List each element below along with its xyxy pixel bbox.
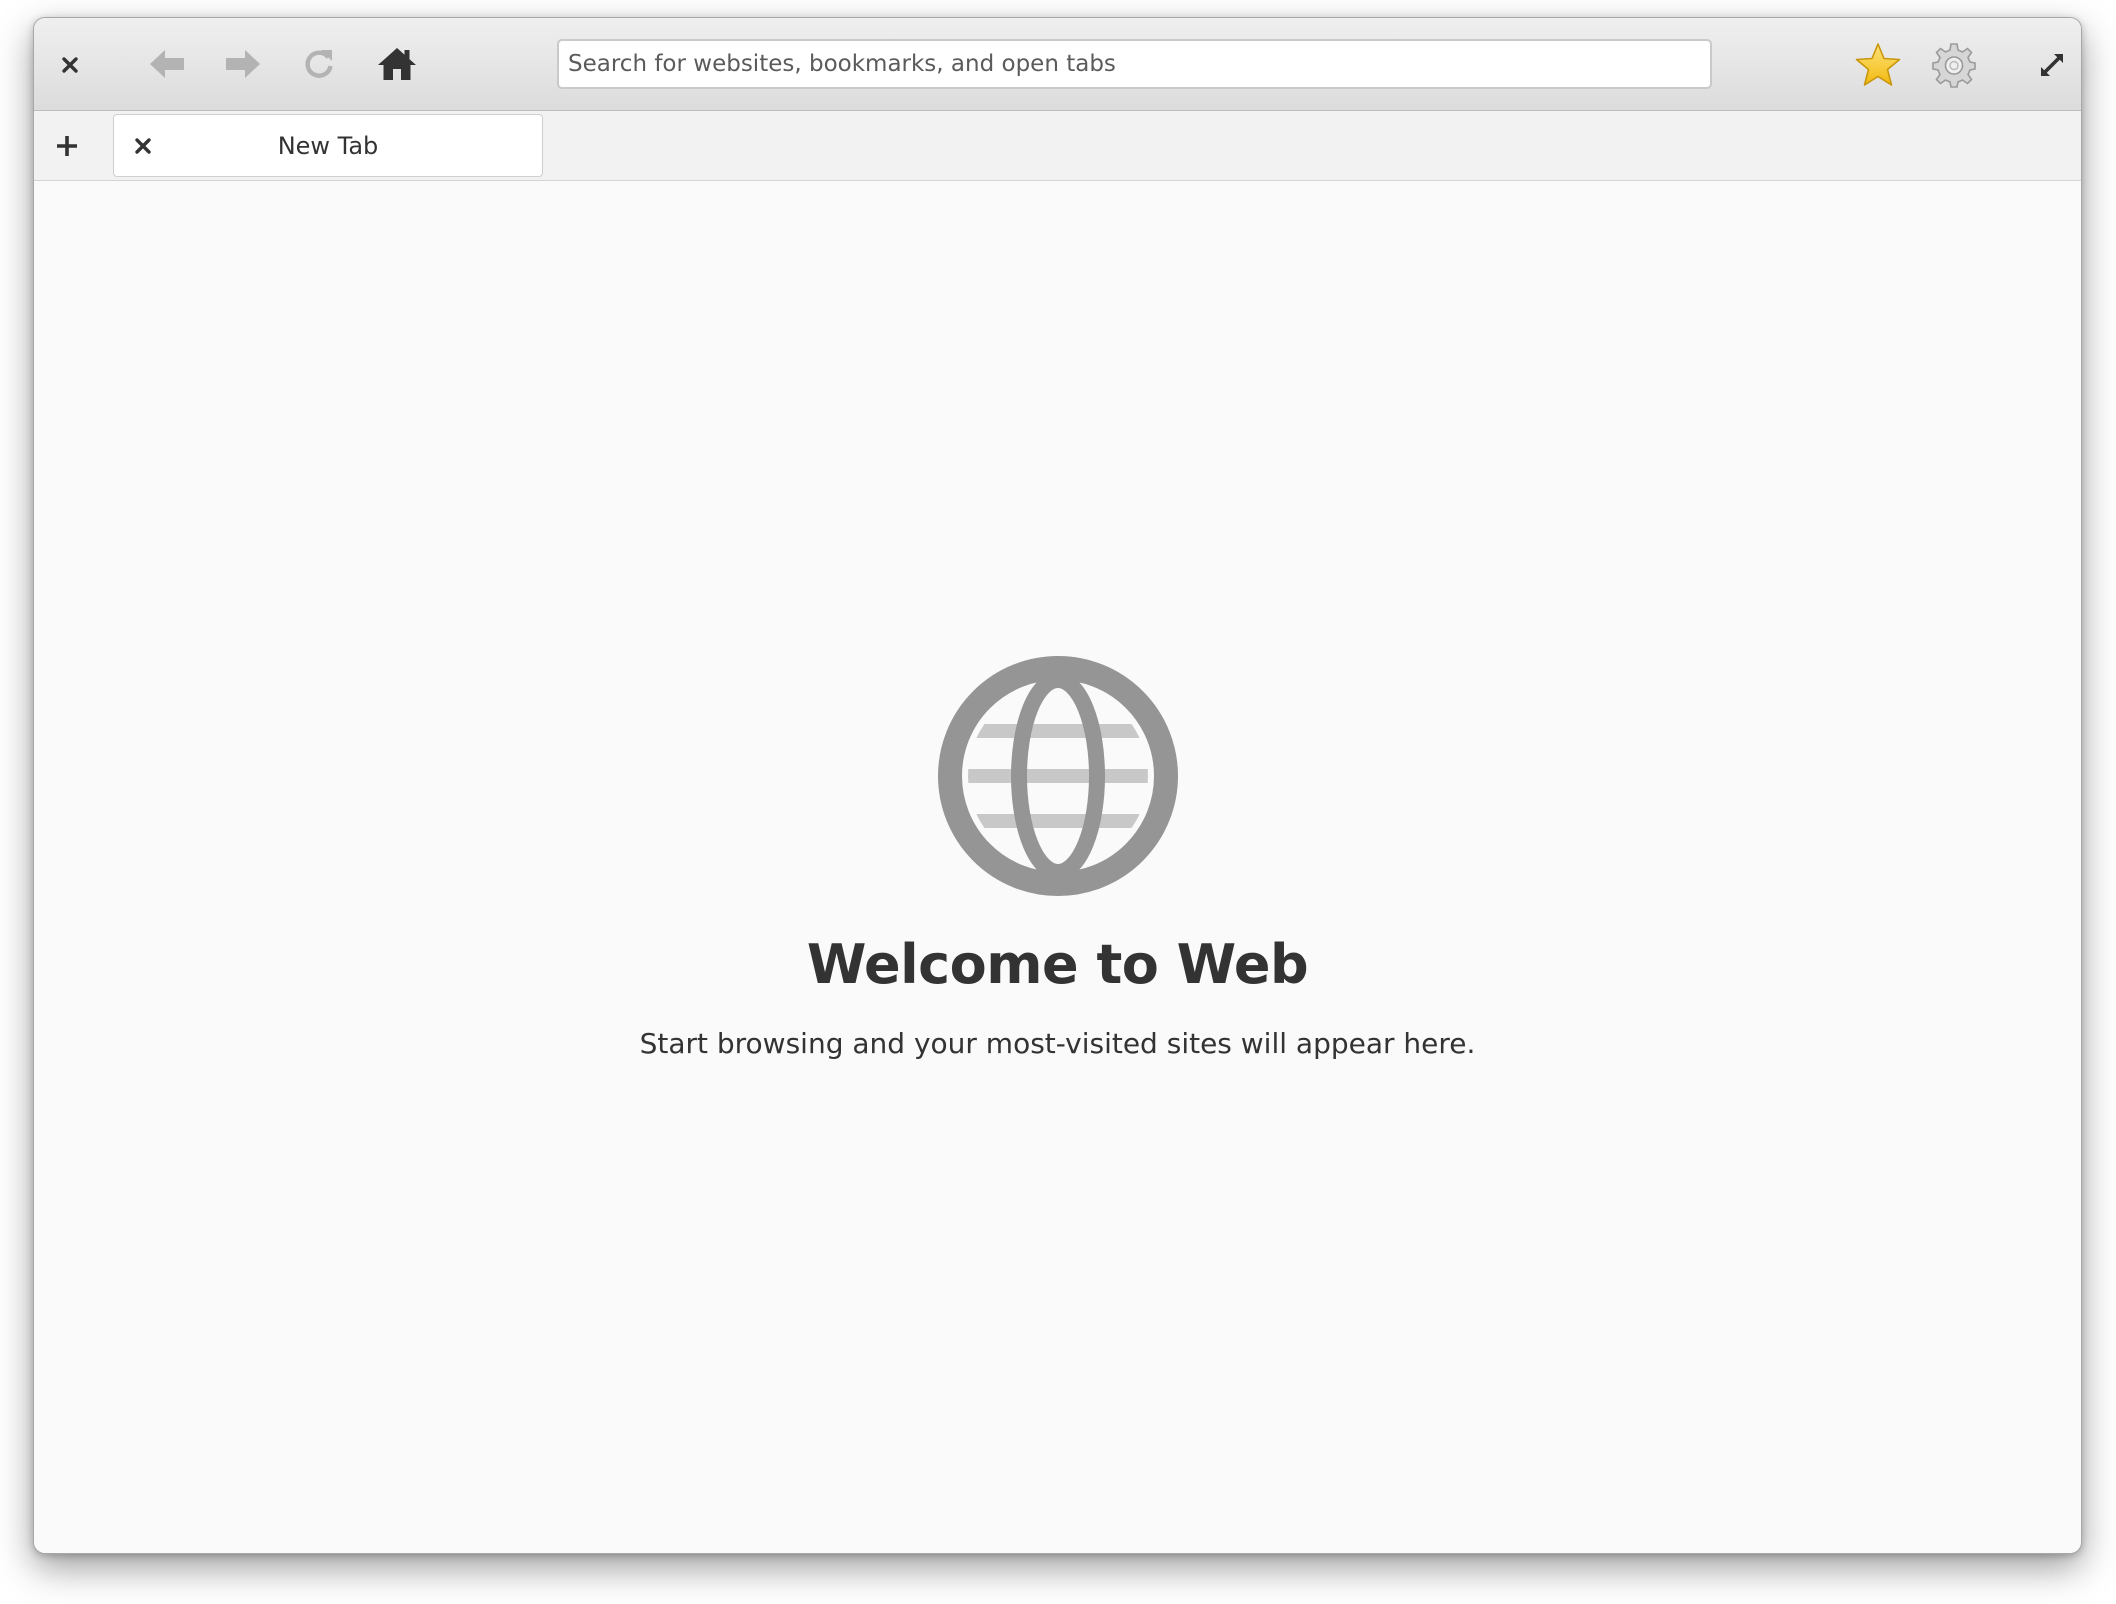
reload-icon (305, 50, 333, 78)
back-button[interactable] (142, 41, 192, 87)
forward-button[interactable] (218, 41, 268, 87)
plus-icon (57, 136, 77, 156)
star-icon (1855, 43, 1901, 86)
window-close-button[interactable] (48, 43, 92, 87)
search-input[interactable] (557, 39, 1712, 89)
arrow-right-icon (226, 50, 260, 78)
close-icon (135, 138, 151, 154)
tab-label: New Tab (277, 131, 379, 160)
tab-bar: New Tab (34, 111, 2081, 181)
globe-icon (938, 656, 1178, 896)
home-button[interactable] (370, 40, 424, 88)
tab-close-button[interactable] (128, 131, 158, 161)
fullscreen-button[interactable] (2030, 43, 2074, 87)
arrow-left-icon (150, 50, 184, 78)
fullscreen-icon (2041, 54, 2063, 76)
page-content: Welcome to Web Start browsing and your m… (34, 181, 2081, 1553)
gear-icon (1932, 43, 1976, 88)
tab-new-tab[interactable]: New Tab (113, 114, 543, 177)
reload-button[interactable] (294, 41, 344, 87)
new-tab-button[interactable] (44, 123, 90, 169)
welcome-title: Welcome to Web (806, 933, 1309, 996)
welcome-subtitle: Start browsing and your most-visited sit… (639, 1027, 1476, 1060)
browser-window: New Tab Welcome to Web Start (33, 17, 2082, 1554)
settings-button[interactable] (1926, 38, 1982, 92)
bookmark-button[interactable] (1850, 38, 1906, 92)
header-bar (34, 18, 2081, 111)
close-icon (62, 57, 78, 73)
home-icon (378, 48, 416, 80)
